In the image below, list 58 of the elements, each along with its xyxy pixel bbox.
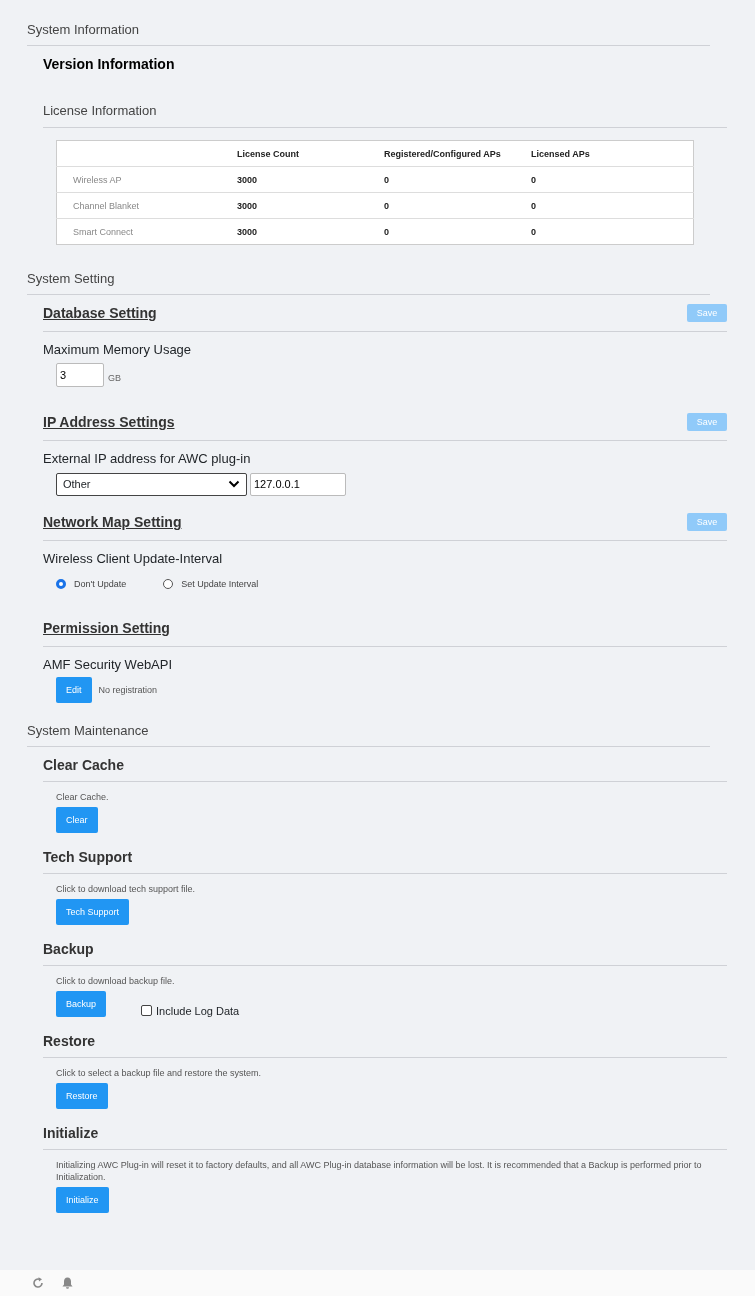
memory-input[interactable]: 3 (56, 363, 104, 387)
radio-button[interactable] (56, 579, 66, 589)
field-label: Maximum Memory Usage (43, 342, 193, 358)
chevron-down-icon (228, 480, 240, 488)
row-header: Channel Blanket (73, 200, 140, 211)
subsection-title: License Information (43, 103, 158, 119)
subsection-title: Version Information (43, 56, 176, 72)
table-cell: 3000 (237, 200, 258, 211)
subsection-title: Restore (43, 1033, 97, 1049)
subsection-title: Backup (43, 941, 95, 957)
subsection-title: Clear Cache (43, 757, 125, 773)
action-button[interactable]: Initialize (56, 1187, 109, 1213)
action-button[interactable]: Tech Support (56, 899, 130, 925)
refresh-icon[interactable] (32, 1277, 44, 1289)
action-button[interactable]: Clear (56, 807, 98, 833)
setting-title: Permission Setting (43, 620, 170, 636)
bell-icon[interactable] (62, 1277, 73, 1289)
subsection-title: Initialize (43, 1125, 100, 1141)
field-label: Wireless Client Update-Interval (43, 551, 224, 567)
table-cell: 0 (531, 200, 536, 211)
table-cell: 0 (384, 174, 389, 185)
setting-title: Database Setting (43, 305, 157, 321)
description-text: Initializing AWC Plug-in will reset it to factory defaults, and all AWC Plug-in database information will be lost. It is recommended that a Backup is performed prior to Initialization. (55, 1159, 703, 1183)
ip-input[interactable]: 127.0.0.1 (250, 472, 346, 496)
status-text: No registration (98, 685, 158, 695)
table-cell: 0 (384, 200, 389, 211)
section-title: System Setting (27, 271, 116, 287)
edit-button[interactable]: Edit (56, 677, 92, 703)
radio-label: Set Update Interval (181, 579, 259, 589)
row-header: Wireless AP (73, 174, 122, 185)
action-button[interactable]: Backup (56, 991, 107, 1017)
table-cell: 3000 (237, 226, 258, 237)
setting-title: Network Map Setting (43, 514, 182, 530)
table-cell: 3000 (237, 174, 258, 185)
checkbox-label: Include Log Data (156, 1004, 240, 1017)
column-header: Licensed APs (531, 140, 694, 167)
description-text: Clear Cache. (55, 791, 110, 803)
column-header: License Count (237, 140, 384, 167)
checkbox[interactable] (141, 1005, 153, 1016)
description-text: Click to download backup file. (55, 975, 176, 987)
section-title: System Information (27, 22, 140, 38)
row-header: Smart Connect (73, 226, 134, 237)
column-header: Registered/Configured APs (384, 140, 531, 167)
field-label: AMF Security WebAPI (43, 657, 174, 673)
radio-label: Don't Update (74, 579, 127, 589)
unit-label: GB (108, 373, 121, 383)
ip-select[interactable]: Other (56, 472, 247, 496)
field-label: External IP address for AWC plug-in (43, 451, 252, 467)
table-cell: 0 (531, 226, 536, 237)
setting-title: IP Address Settings (43, 414, 175, 430)
table-cell: 0 (384, 226, 389, 237)
action-button[interactable]: Restore (56, 1083, 108, 1109)
radio-button[interactable] (163, 579, 174, 589)
table-cell: 0 (531, 174, 536, 185)
section-title: System Maintenance (27, 723, 150, 739)
subsection-title: Tech Support (43, 849, 134, 865)
description-text: Click to download tech support file. (55, 883, 197, 895)
description-text: Click to select a backup file and restore the system. (55, 1067, 263, 1079)
